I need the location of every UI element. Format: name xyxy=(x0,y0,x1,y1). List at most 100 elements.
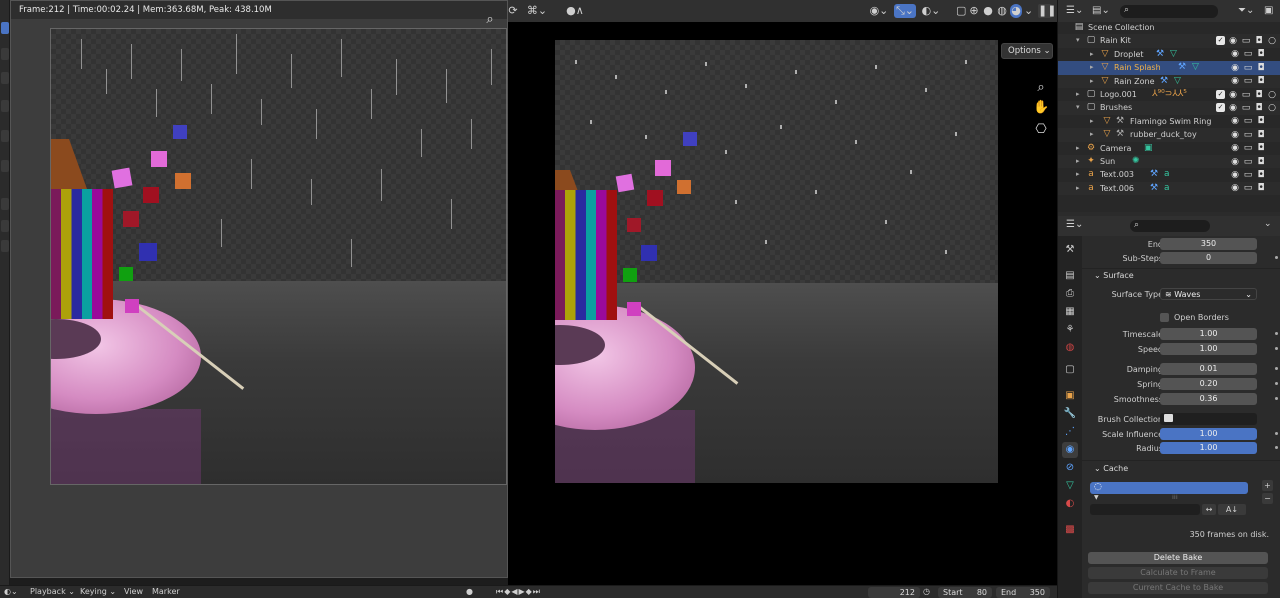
monitor-icon[interactable]: ▭ xyxy=(1243,116,1253,126)
holdout-icon[interactable]: ○ xyxy=(1267,103,1277,113)
snap-icon[interactable]: ⌘⌄ xyxy=(522,4,552,18)
expand-arrow-icon[interactable]: ▾ xyxy=(1076,34,1084,47)
monitor-icon[interactable]: ▭ xyxy=(1243,157,1253,167)
brush-collection-field[interactable] xyxy=(1160,413,1257,425)
holdout-icon[interactable]: ○ xyxy=(1267,90,1277,100)
proportional-edit-icon[interactable]: ●∧ xyxy=(560,4,590,18)
expand-arrow-icon[interactable]: ▾ xyxy=(1076,101,1084,114)
transform-tool-icon[interactable] xyxy=(1,160,9,172)
output-tab-icon[interactable]: ⎙ xyxy=(1062,286,1078,302)
end-frame-field[interactable]: End 350 xyxy=(996,587,1050,598)
marker-menu[interactable]: Marker xyxy=(152,587,180,596)
expand-arrow-icon[interactable]: ▸ xyxy=(1076,88,1084,101)
eye-icon[interactable]: ◉ xyxy=(1230,130,1240,140)
expand-arrow-icon[interactable]: ▸ xyxy=(1090,61,1098,74)
camera-icon[interactable]: ◘ xyxy=(1256,49,1266,59)
zoom-icon[interactable]: ⌕ xyxy=(482,12,498,28)
camera-icon[interactable]: ◘ xyxy=(1256,183,1266,193)
surface-type-dropdown[interactable]: ≋ Waves ⌄ xyxy=(1160,288,1257,300)
pause-render-icon[interactable]: ❚❚ xyxy=(1038,4,1056,18)
outliner-row-brushes[interactable]: ▾ ▢ Brushes ✓ ◉ ▭ ◘ ○ xyxy=(1058,101,1280,115)
display-mode-icon[interactable]: ▤⌄ xyxy=(1092,5,1110,16)
particles-tab-icon[interactable]: ⋰ xyxy=(1062,424,1078,440)
substeps-field[interactable]: 0 xyxy=(1160,252,1257,264)
start-frame-field[interactable]: Start 80 xyxy=(938,587,992,598)
scene-tab-icon[interactable]: ⚘ xyxy=(1062,322,1078,338)
solid-shading-icon[interactable]: ● xyxy=(982,4,994,18)
gizmo-icon[interactable]: ⤡⌄ xyxy=(894,4,916,18)
outliner-row-flamingo[interactable]: ▸ ▽ ⚒ Flamingo Swim Ring ◉ ▭ ◘ xyxy=(1058,115,1280,128)
render-tab-icon[interactable]: ▤ xyxy=(1062,268,1078,284)
expand-arrow-icon[interactable]: ▸ xyxy=(1090,75,1098,88)
calculate-to-frame-button[interactable]: Calculate to Frame xyxy=(1088,567,1268,579)
pivot-icon[interactable]: ⟳ xyxy=(508,4,518,18)
expand-arrow-icon[interactable]: ▸ xyxy=(1090,48,1098,61)
playback-menu[interactable]: Playback ⌄ xyxy=(30,587,75,596)
timescale-field[interactable]: 1.00 xyxy=(1160,328,1257,340)
monitor-icon[interactable]: ▭ xyxy=(1243,170,1253,180)
delete-bake-button[interactable]: Delete Bake xyxy=(1088,552,1268,564)
camera-icon[interactable]: ◘ xyxy=(1256,170,1266,180)
overlay-icon[interactable]: ◐⌄ xyxy=(920,4,942,18)
keyframe-dot-icon[interactable] xyxy=(1275,432,1278,435)
camera-icon[interactable]: ◘ xyxy=(1256,130,1266,140)
camera-view-icon[interactable]: ⎔ xyxy=(1033,122,1049,138)
keyframe-dot-icon[interactable] xyxy=(1275,332,1278,335)
remove-cache-button[interactable]: − xyxy=(1262,493,1273,504)
expand-arrow-icon[interactable]: ▸ xyxy=(1076,168,1084,181)
add-cache-button[interactable]: + xyxy=(1262,480,1273,491)
eye-icon[interactable]: ◉ xyxy=(1230,63,1240,73)
camera-icon[interactable]: ◘ xyxy=(1256,116,1266,126)
world-tab-icon[interactable]: ◍ xyxy=(1062,340,1078,356)
eye-icon[interactable]: ◉ xyxy=(1228,103,1238,113)
cursor-tool-icon[interactable] xyxy=(1,48,9,60)
monitor-icon[interactable]: ▭ xyxy=(1243,76,1253,86)
cache-panel-header[interactable]: ⌄ Cache xyxy=(1094,461,1280,477)
editor-type-icon[interactable]: ☰⌄ xyxy=(1066,5,1083,16)
outliner-row-rubber-duck[interactable]: ▸ ▽ ⚒ rubber_duck_toy ◉ ▭ ◘ xyxy=(1058,128,1280,142)
eye-icon[interactable]: ◉ xyxy=(1230,143,1240,153)
monitor-icon[interactable]: ▭ xyxy=(1243,130,1253,140)
eye-icon[interactable]: ◉ xyxy=(1230,76,1240,86)
scale-tool-icon[interactable] xyxy=(1,130,9,142)
camera-icon[interactable]: ◘ xyxy=(1254,90,1264,100)
outliner-row-sun[interactable]: ▸ ✦ Sun ✺ ◉ ▭ ◘ xyxy=(1058,155,1280,169)
spring-field[interactable]: 0.20 xyxy=(1160,378,1257,390)
scale-influence-field[interactable]: 1.00 xyxy=(1160,428,1257,440)
clock-icon[interactable]: ◷ xyxy=(923,587,930,596)
expand-arrow-icon[interactable]: ▸ xyxy=(1076,182,1084,195)
eye-icon[interactable]: ◉ xyxy=(1230,116,1240,126)
eye-icon[interactable]: ◉ xyxy=(1230,157,1240,167)
view-layer-tab-icon[interactable]: ▦ xyxy=(1062,304,1078,320)
data-tab-icon[interactable]: ▽ xyxy=(1062,478,1078,494)
modifier-tab-icon[interactable]: 🔧 xyxy=(1062,406,1078,422)
outliner-row-text-006[interactable]: ▸ a Text.006 ⚒ a ◉ ▭ ◘ xyxy=(1058,181,1280,196)
exclude-checkbox[interactable]: ✓ xyxy=(1216,90,1225,99)
rendered-shading-icon[interactable]: ◕ xyxy=(1010,4,1022,18)
keyframe-dot-icon[interactable] xyxy=(1275,446,1278,449)
filter-icon[interactable]: ⏷⌄ xyxy=(1238,5,1254,16)
monitor-icon[interactable]: ▭ xyxy=(1243,143,1253,153)
open-borders-checkbox[interactable] xyxy=(1160,313,1169,322)
record-icon[interactable]: ● xyxy=(466,587,473,596)
camera-icon[interactable]: ◘ xyxy=(1256,157,1266,167)
wireframe-shading-icon[interactable]: ⊕ xyxy=(968,4,980,18)
visibility-icon[interactable]: ◉⌄ xyxy=(868,4,890,18)
move-tool-icon[interactable] xyxy=(1,72,9,84)
annotate-tool-icon[interactable] xyxy=(1,198,9,210)
monitor-icon[interactable]: ▭ xyxy=(1243,63,1253,73)
outliner-search-input[interactable]: ⌕ xyxy=(1120,5,1218,18)
view-menu[interactable]: View xyxy=(124,587,143,596)
cache-list-item[interactable]: ◌ xyxy=(1090,482,1248,494)
monitor-icon[interactable]: ▭ xyxy=(1241,36,1251,46)
monitor-icon[interactable]: ▭ xyxy=(1241,103,1251,113)
material-shading-icon[interactable]: ◍ xyxy=(996,4,1008,18)
object-tab-icon[interactable]: ▣ xyxy=(1062,388,1078,404)
zoom-icon[interactable]: ⌕ xyxy=(1033,80,1049,96)
editor-type-icon[interactable]: ◐⌄ xyxy=(4,587,18,596)
options-dropdown[interactable]: Options ⌄ xyxy=(1001,43,1053,59)
keyframe-dot-icon[interactable] xyxy=(1275,382,1278,385)
3d-viewport[interactable]: Options ⌄ ⌕ ✋ ⎔ xyxy=(508,22,1057,585)
pan-hand-icon[interactable]: ✋ xyxy=(1033,100,1049,116)
options-chevron-icon[interactable]: ⌄ xyxy=(1264,219,1272,229)
